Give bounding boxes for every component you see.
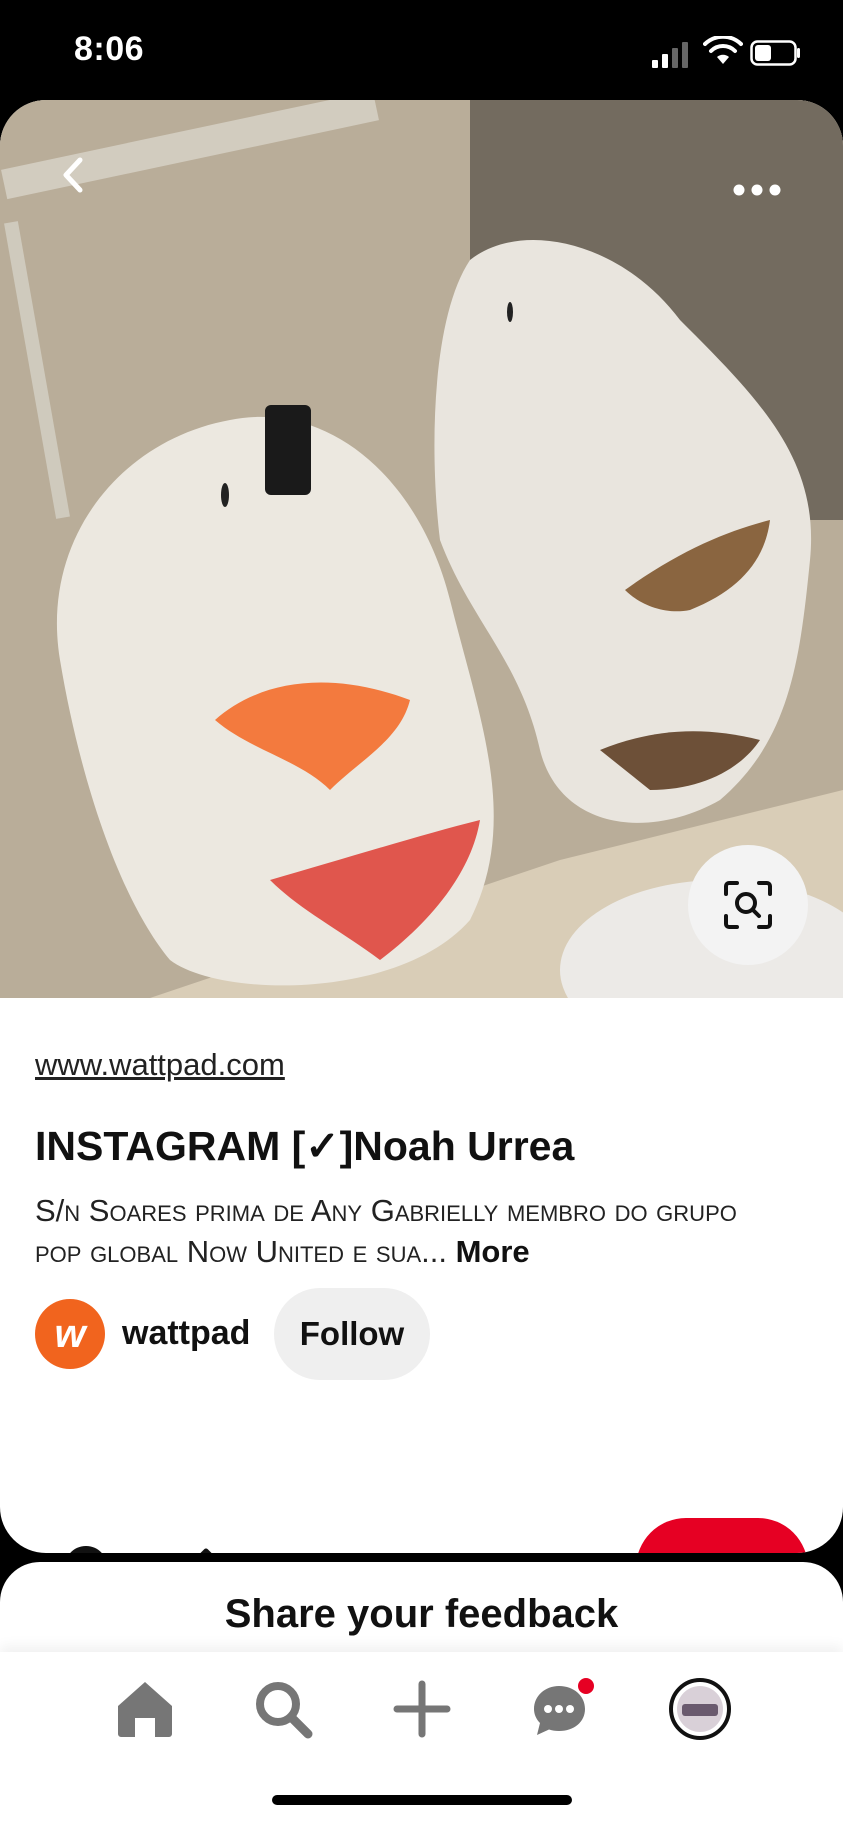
bottom-nav bbox=[0, 1652, 843, 1824]
description-text: S/n Soares prima de Any Gabrielly membro… bbox=[35, 1193, 737, 1269]
feedback-label: Share your feedback bbox=[224, 1592, 619, 1636]
status-time: 8:06 bbox=[74, 30, 145, 68]
home-indicator bbox=[272, 1795, 572, 1805]
visual-search-button[interactable] bbox=[688, 845, 808, 965]
wifi-icon bbox=[703, 36, 743, 64]
home-icon[interactable] bbox=[110, 1674, 180, 1744]
save-button[interactable]: Save bbox=[636, 1518, 808, 1553]
signal-icon bbox=[652, 42, 688, 68]
pin-image[interactable] bbox=[0, 100, 843, 998]
visual-search-icon bbox=[724, 881, 772, 929]
battery-icon bbox=[750, 40, 800, 66]
follow-button[interactable]: Follow bbox=[274, 1288, 430, 1380]
source-link[interactable]: www.wattpad.com bbox=[35, 1047, 285, 1083]
create-icon[interactable] bbox=[387, 1674, 457, 1744]
share-icon[interactable] bbox=[183, 1548, 229, 1553]
comment-icon[interactable] bbox=[62, 1542, 110, 1553]
messages-icon[interactable] bbox=[525, 1674, 595, 1744]
pin-title: INSTAGRAM [✓]Noah Urrea bbox=[35, 1123, 575, 1169]
status-bar: 8:06 bbox=[0, 0, 843, 100]
profile-icon[interactable] bbox=[665, 1674, 735, 1744]
search-icon[interactable] bbox=[248, 1674, 318, 1744]
notification-dot bbox=[578, 1678, 594, 1694]
avatar-letter: w bbox=[54, 1311, 86, 1356]
more-icon[interactable] bbox=[727, 170, 787, 210]
back-arrow-icon[interactable] bbox=[52, 150, 96, 200]
avatar[interactable]: w bbox=[35, 1299, 105, 1369]
author-name[interactable]: wattpad bbox=[122, 1314, 250, 1353]
more-link[interactable]: More bbox=[456, 1234, 530, 1269]
pin-description: S/n Soares prima de Any Gabrielly membro… bbox=[35, 1190, 775, 1272]
pin-card: www.wattpad.com INSTAGRAM [✓]Noah Urrea … bbox=[0, 100, 843, 1553]
